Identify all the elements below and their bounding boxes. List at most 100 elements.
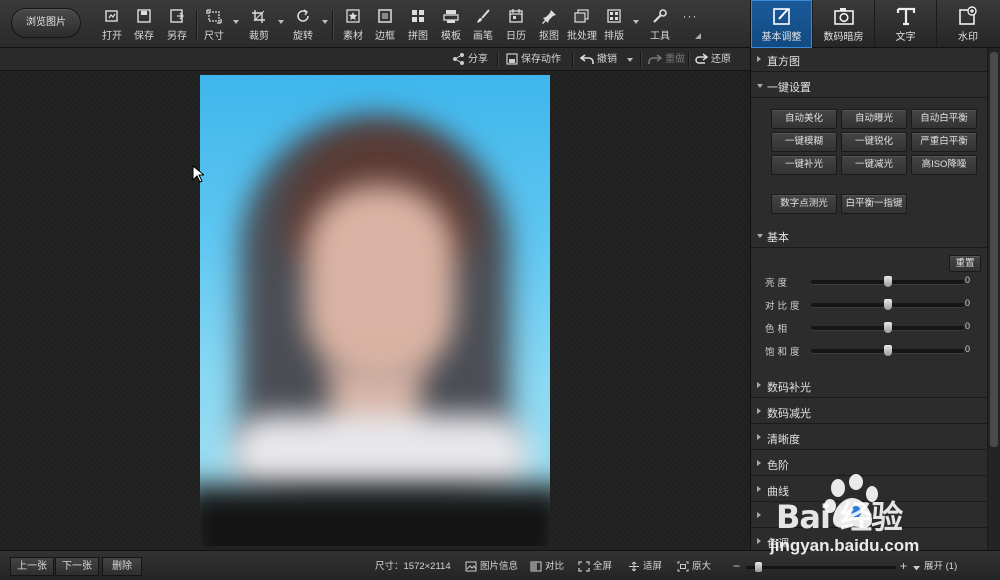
section-curves[interactable]: 曲线 — [751, 478, 987, 502]
crop-dropdown-arrow[interactable] — [277, 18, 285, 26]
compare-button[interactable]: 对比 — [530, 559, 564, 574]
auto-white-balance-button[interactable]: 自动白平衡 — [911, 109, 977, 129]
save-label: 保存 — [134, 31, 154, 42]
save-as-icon — [170, 9, 184, 23]
fit-screen-button[interactable]: 适屏 — [628, 559, 662, 574]
fullscreen-button[interactable]: 全屏 — [578, 559, 612, 574]
hue-value: 0 — [965, 321, 971, 331]
share-label: 分享 — [468, 54, 488, 65]
batch-button[interactable]: 批处理 — [566, 9, 598, 43]
section-levels[interactable]: 色阶 — [751, 452, 987, 476]
panel-scrollbar[interactable] — [987, 48, 1000, 550]
undo-dropdown-arrow[interactable] — [626, 56, 634, 64]
calendar-button[interactable]: 日历 — [500, 9, 532, 43]
resize-button[interactable]: 尺寸 — [198, 9, 230, 43]
template-button[interactable]: 模板 — [435, 9, 467, 43]
border-icon — [378, 9, 392, 23]
saturation-slider[interactable] — [811, 345, 964, 356]
auto-beautify-button[interactable]: 自动美化 — [771, 109, 837, 129]
batch-icon — [574, 9, 589, 23]
camera-icon — [833, 8, 854, 25]
tab-text[interactable]: 文字 — [875, 0, 937, 48]
section-hidden[interactable] — [751, 504, 987, 528]
contrast-slider[interactable] — [811, 299, 964, 310]
rotate-button[interactable]: 旋转 — [287, 9, 319, 43]
white-balance-picker-button[interactable]: 白平衡一指键 — [841, 194, 907, 214]
zoom-out-button[interactable]: − — [733, 559, 740, 574]
zoom-slider-thumb[interactable] — [755, 562, 762, 572]
one-click-reduce-light-button[interactable]: 一键减光 — [841, 155, 907, 175]
undo-icon — [579, 54, 594, 64]
open-icon — [105, 10, 118, 22]
save-action-button[interactable]: 保存动作 — [506, 52, 561, 67]
zoom-slider[interactable] — [746, 562, 896, 572]
material-button[interactable]: 素材 — [337, 9, 369, 43]
saturation-slider-thumb[interactable] — [883, 345, 892, 356]
auto-exposure-button[interactable]: 自动曝光 — [841, 109, 907, 129]
browse-images-button[interactable]: 浏览图片 — [11, 8, 81, 38]
brush-label: 画笔 — [473, 31, 493, 42]
action-bar: 分享 保存动作 撤销 重做 还原 — [0, 48, 750, 71]
main-toolbar: 浏览图片 打开 保存 另存 尺寸 裁剪 旋转 素材 边框 拼图 模板 画笔 日历… — [0, 0, 750, 48]
tools-button[interactable]: 工具 — [644, 9, 676, 43]
section-digital-reduce-light[interactable]: 数码减光 — [751, 400, 987, 424]
brush-button[interactable]: 画笔 — [467, 9, 499, 43]
layout-button[interactable]: 排版 — [598, 9, 630, 43]
original-size-button[interactable]: 原大 — [677, 559, 711, 574]
previous-image-button[interactable]: 上一张 — [10, 557, 54, 576]
brightness-slider[interactable] — [811, 276, 964, 287]
collage-button[interactable]: 拼图 — [402, 9, 434, 43]
save-icon — [137, 9, 151, 23]
cutout-icon — [542, 10, 556, 24]
tab-watermark[interactable]: 水印 — [937, 0, 999, 48]
hue-slider-thumb[interactable] — [883, 322, 892, 333]
zoom-in-button[interactable]: + — [900, 559, 907, 574]
cutout-label: 抠图 — [539, 31, 559, 42]
save-button[interactable]: 保存 — [128, 9, 160, 43]
crop-button[interactable]: 裁剪 — [243, 9, 275, 43]
section-histogram[interactable]: 直方图 — [751, 48, 987, 72]
delete-image-button[interactable]: 删除 — [102, 557, 142, 576]
restore-button[interactable]: 还原 — [695, 52, 731, 67]
one-click-fill-light-button[interactable]: 一键补光 — [771, 155, 837, 175]
toolbar-divider — [196, 10, 197, 40]
resize-label: 尺寸 — [204, 31, 224, 42]
expand-corner-icon[interactable] — [694, 32, 702, 40]
reset-button[interactable]: 重置 — [949, 255, 981, 272]
cutout-button[interactable]: 抠图 — [533, 9, 565, 43]
image-info-button[interactable]: 图片信息 — [465, 559, 518, 574]
section-clarity[interactable]: 清晰度 — [751, 426, 987, 450]
portrait-photo[interactable] — [200, 75, 550, 546]
tab-basic-adjust[interactable]: 基本调整 — [751, 0, 813, 48]
layout-dropdown-arrow[interactable] — [632, 18, 640, 26]
template-label: 模板 — [441, 31, 461, 42]
contrast-slider-thumb[interactable] — [883, 299, 892, 310]
strict-white-balance-button[interactable]: 严重白平衡 — [911, 132, 977, 152]
high-iso-denoise-button[interactable]: 高ISO降噪 — [911, 155, 977, 175]
crop-label: 裁剪 — [249, 31, 269, 42]
resize-dropdown-arrow[interactable] — [232, 18, 240, 26]
chevron-down-icon — [757, 84, 763, 88]
open-button[interactable]: 打开 — [96, 9, 128, 43]
image-info-label: 图片信息 — [480, 561, 519, 572]
next-image-button[interactable]: 下一张 — [55, 557, 99, 576]
section-basic[interactable]: 基本 — [751, 224, 987, 248]
spot-metering-button[interactable]: 数字点测光 — [771, 194, 837, 214]
tab-darkroom[interactable]: 数码暗房 — [813, 0, 875, 48]
redo-button[interactable]: 重做 — [648, 52, 685, 67]
one-click-sharpen-button[interactable]: 一键锐化 — [841, 132, 907, 152]
hue-slider[interactable] — [811, 322, 964, 333]
section-digital-fill-light[interactable]: 数码补光 — [751, 374, 987, 398]
border-button[interactable]: 边框 — [369, 9, 401, 43]
panel-scrollbar-thumb[interactable] — [990, 52, 998, 447]
brush-icon — [477, 9, 490, 23]
section-one-click[interactable]: 一键设置 — [751, 74, 987, 98]
one-click-blur-button[interactable]: 一键模糊 — [771, 132, 837, 152]
undo-button[interactable]: 撤销 — [579, 52, 617, 67]
brightness-slider-thumb[interactable] — [883, 276, 892, 287]
share-button[interactable]: 分享 — [452, 52, 488, 67]
rotate-dropdown-arrow[interactable] — [321, 18, 329, 26]
image-canvas[interactable] — [0, 71, 750, 550]
expand-filmstrip-button[interactable]: 展开 (1) — [912, 559, 957, 574]
save-as-button[interactable]: 另存 — [161, 9, 193, 43]
